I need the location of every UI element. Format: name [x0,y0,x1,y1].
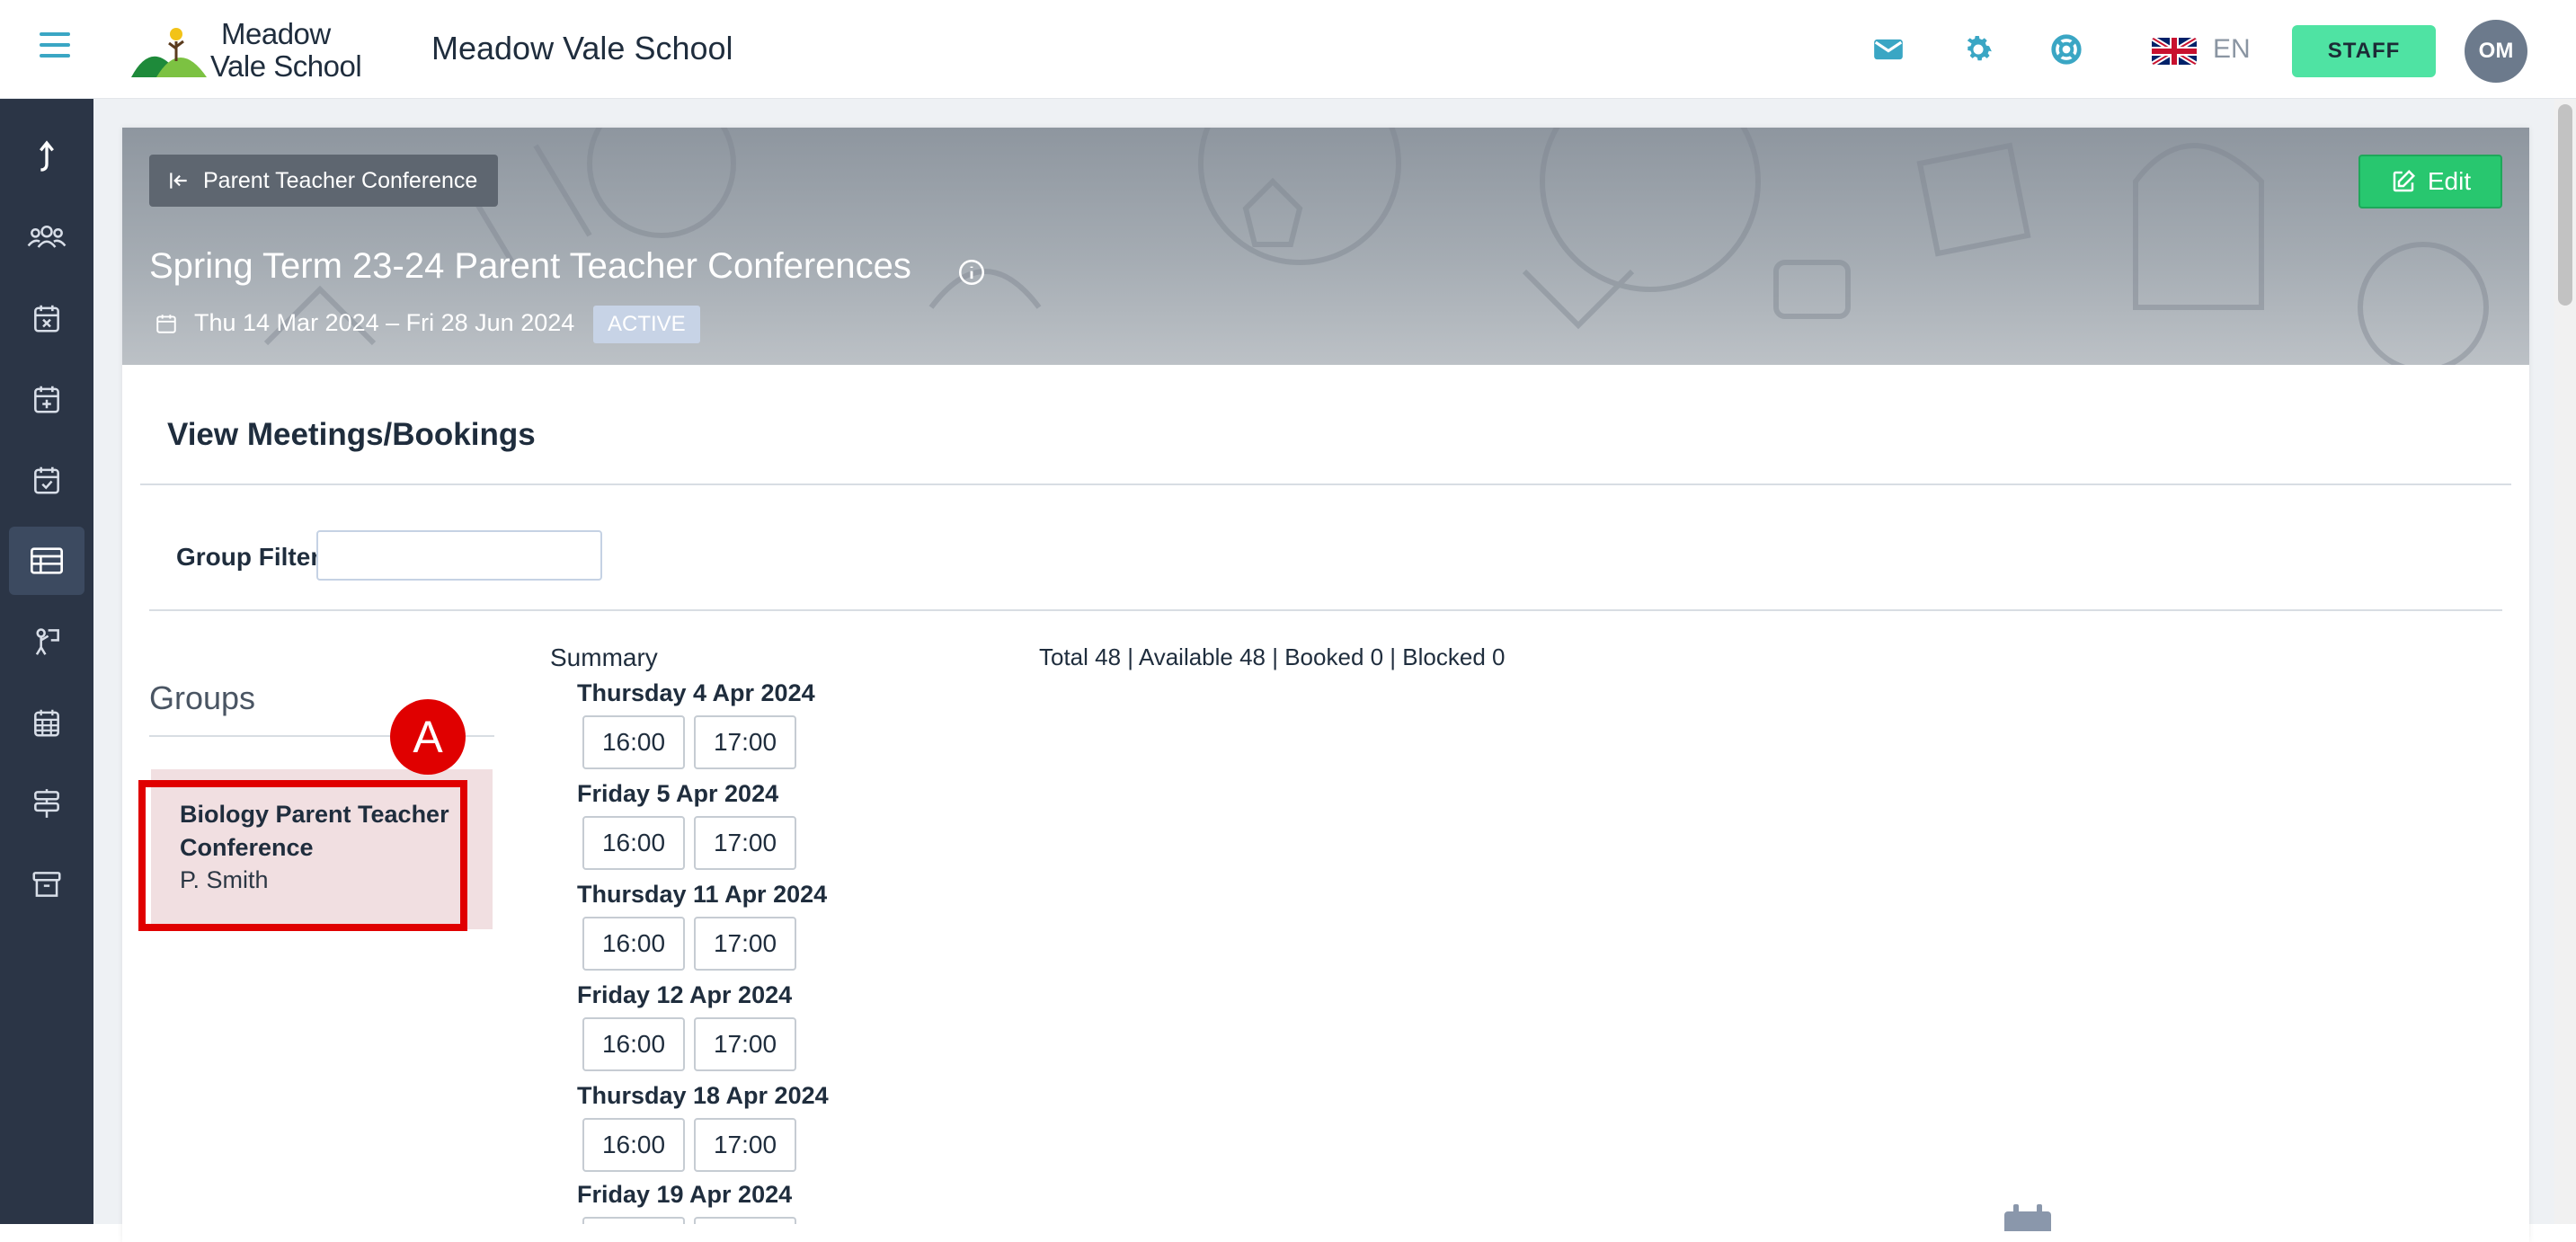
school-logo[interactable]: Meadow Vale School [129,17,363,83]
calendar-icon [2003,1204,2053,1238]
sidebar-item-teacher[interactable] [9,608,84,676]
time-slot-button[interactable] [582,1217,685,1224]
time-slot-button[interactable]: 16:00 [582,1017,685,1071]
day-label: Thursday 11 Apr 2024 [577,881,828,908]
time-slot-button[interactable]: 17:00 [694,1118,796,1172]
time-slot-button[interactable]: 16:00 [582,816,685,870]
signpost-icon [34,789,59,818]
users-icon [27,225,67,248]
arrow-left-to-line-icon [170,173,187,189]
status-badge: ACTIVE [593,306,700,343]
person-board-icon [35,628,59,655]
edit-button[interactable]: Edit [2358,155,2502,208]
uk-flag-icon[interactable] [2152,38,2197,65]
sidebar-item-upload[interactable] [9,122,84,191]
scrollbar-thumb[interactable] [2558,104,2572,306]
time-slot-button[interactable]: 17:00 [694,917,796,971]
time-slot-button[interactable]: 17:00 [694,1017,796,1071]
mail-icon[interactable] [1871,32,1909,68]
time-slot-button[interactable] [694,1217,796,1224]
gear-icon[interactable] [1961,32,1999,68]
day-label: Friday 12 Apr 2024 [577,981,793,1008]
sidebar-item-calendar-cancel[interactable] [9,284,84,352]
calendar-x-icon [34,305,59,333]
page-school-name: Meadow Vale School [431,30,733,67]
sidebar-item-signpost[interactable] [9,769,84,838]
summary-label: Summary [550,643,658,671]
calendar-check-icon [34,466,59,494]
edit-button-label: Edit [2427,167,2472,195]
annotation-marker: A [390,699,466,775]
calendar-plus-icon [34,386,59,413]
page-title: Spring Term 23-24 Parent Teacher Confere… [149,246,911,286]
time-slot-button[interactable]: 16:00 [582,715,685,769]
time-slot-button[interactable]: 16:00 [582,917,685,971]
date-range: Thu 14 Mar 2024 – Fri 28 Jun 2024 [155,309,574,337]
archive-icon [32,872,61,897]
language-selector[interactable]: EN [2213,34,2251,65]
group-filter-input[interactable] [316,530,602,581]
avatar[interactable]: OM [2465,20,2527,83]
summary-stats: Total 48 | Available 48 | Booked 0 | Blo… [1039,643,1506,670]
day-label: Friday 5 Apr 2024 [577,780,779,807]
back-to-conference-button[interactable]: Parent Teacher Conference [149,155,498,207]
calendar-icon [156,314,176,333]
sidebar-item-users[interactable] [9,203,84,271]
sidebar-item-calendar-add[interactable] [9,365,84,433]
sidebar-item-archive[interactable] [9,850,84,918]
time-slot-button[interactable]: 17:00 [694,816,796,870]
calendar-grid-icon [34,709,59,737]
info-icon[interactable] [956,257,987,288]
time-slot-button[interactable]: 16:00 [582,1118,685,1172]
logo-text: Meadow Vale School [210,17,362,83]
time-slot-button[interactable]: 17:00 [694,715,796,769]
lifebuoy-icon[interactable] [2049,32,2087,68]
table-icon [31,547,63,574]
section-title: View Meetings/Bookings [167,417,536,452]
logo-hills-icon [131,28,207,77]
annotation-highlight-box [138,780,467,931]
divider [149,609,2502,611]
edit-icon [2393,169,2415,192]
date-range-text: Thu 14 Mar 2024 – Fri 28 Jun 2024 [194,309,575,336]
day-label: Thursday 4 Apr 2024 [577,679,815,706]
divider [140,483,2511,485]
group-filter-label: Group Filter [176,543,321,571]
upload-arrow-icon [40,140,54,172]
sidebar-item-meetings-table[interactable] [9,527,84,595]
back-button-label: Parent Teacher Conference [203,167,478,193]
top-bar: Meadow Vale School Meadow Vale School EN… [0,0,2576,99]
sidebar-item-calendar-grid[interactable] [9,688,84,757]
day-label: Thursday 18 Apr 2024 [577,1082,829,1109]
day-label: Friday 19 Apr 2024 [577,1181,793,1208]
groups-heading: Groups [149,679,256,716]
sidebar-item-calendar-check[interactable] [9,446,84,514]
hamburger-menu-icon[interactable] [36,32,74,63]
staff-role-button[interactable]: STAFF [2292,25,2436,77]
